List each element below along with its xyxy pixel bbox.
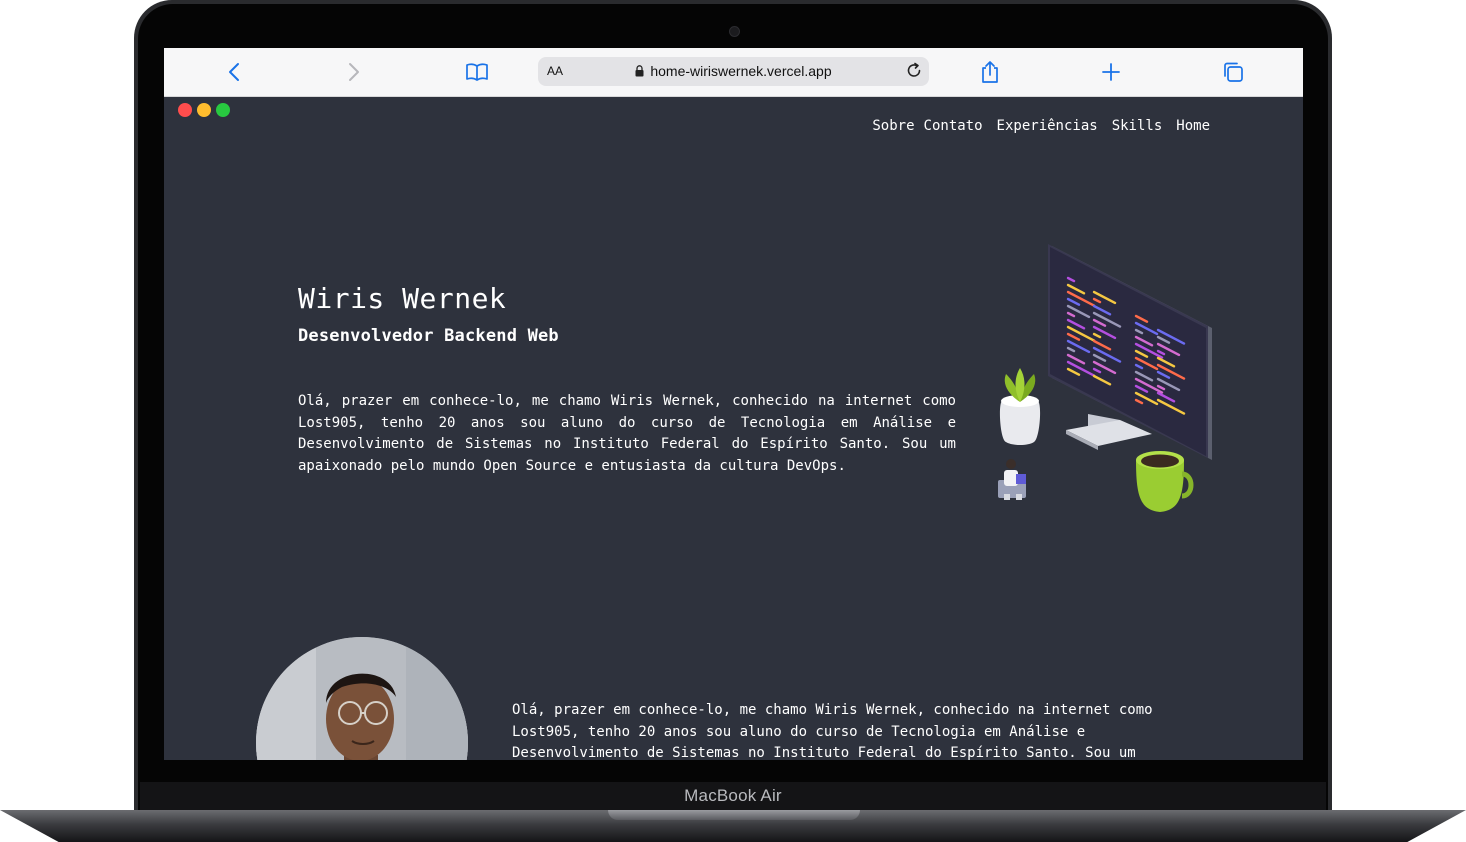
device-label: MacBook Air: [684, 786, 782, 805]
tabs-icon[interactable]: [1220, 59, 1246, 85]
nav-item-home[interactable]: Home: [1176, 118, 1210, 134]
nav-item-contato[interactable]: Contato: [924, 118, 983, 134]
screen: AA home-wiriswernek.vercel.app Sobre Con…: [164, 48, 1303, 760]
camera-icon: [729, 26, 740, 37]
profile-avatar: [256, 637, 468, 760]
reload-icon[interactable]: [905, 62, 923, 84]
new-tab-icon[interactable]: [1098, 59, 1124, 85]
window-minimize-dot[interactable]: [197, 103, 211, 117]
share-icon[interactable]: [977, 59, 1003, 85]
bookmarks-icon[interactable]: [464, 59, 490, 85]
browser-toolbar: AA home-wiriswernek.vercel.app: [164, 48, 1303, 97]
top-nav: Sobre Contato Experiências Skills Home: [872, 118, 1210, 134]
forward-icon[interactable]: [341, 59, 367, 85]
window-close-dot[interactable]: [178, 103, 192, 117]
hero-name: Wiris Wernek: [298, 282, 507, 315]
window-maximize-dot[interactable]: [216, 103, 230, 117]
lock-icon: [635, 64, 644, 80]
about-text: Olá, prazer em conhece-lo, me chamo Wiri…: [512, 702, 1153, 760]
nav-item-sobre[interactable]: Sobre: [872, 118, 914, 134]
address-bar[interactable]: AA home-wiriswernek.vercel.app: [538, 57, 929, 86]
url-display[interactable]: home-wiriswernek.vercel.app: [538, 63, 929, 80]
url-text: home-wiriswernek.vercel.app: [650, 63, 832, 79]
hero-role: Desenvolvedor Backend Web: [298, 326, 559, 346]
laptop-notch: [608, 810, 860, 820]
back-icon[interactable]: [221, 59, 247, 85]
developer-illustration: [998, 244, 1212, 512]
hero-intro: Olá, prazer em conhece-lo, me chamo Wiri…: [298, 393, 956, 474]
nav-item-experiencias[interactable]: Experiências: [997, 118, 1098, 134]
web-page: Sobre Contato Experiências Skills Home W…: [164, 96, 1303, 760]
nav-item-skills[interactable]: Skills: [1112, 118, 1163, 134]
